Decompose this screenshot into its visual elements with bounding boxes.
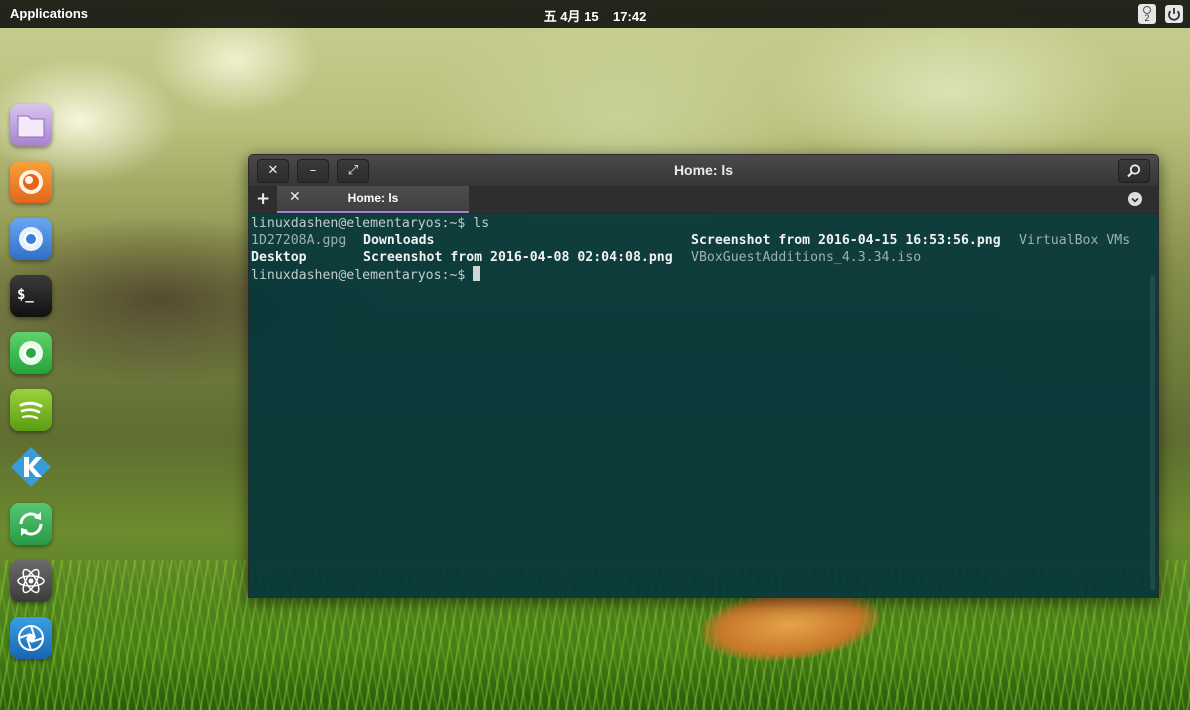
shutter-icon xyxy=(18,625,44,651)
dock: $_ xyxy=(10,104,56,674)
search-icon xyxy=(1127,164,1141,178)
tab-bar: + ✕ Home: ls xyxy=(249,186,1158,214)
dock-item-files[interactable] xyxy=(10,104,52,146)
chrome-icon xyxy=(19,341,43,365)
text-cursor xyxy=(473,266,481,281)
titlebar[interactable]: ✕ – ⤢ Home: ls xyxy=(249,155,1158,187)
folder-icon xyxy=(17,115,45,138)
new-tab-button[interactable]: + xyxy=(256,189,270,209)
atom-icon xyxy=(17,568,45,594)
chromium-icon xyxy=(19,227,43,251)
dock-item-atom[interactable] xyxy=(10,560,52,602)
scrollbar[interactable] xyxy=(1150,275,1155,590)
applications-menu-button[interactable]: Applications xyxy=(10,6,88,21)
terminal-output[interactable]: linuxdashen@elementaryos:~$ ls 1D27208A.… xyxy=(249,213,1158,597)
prompt-text: linuxdashen@elementaryos:~$ xyxy=(251,268,474,283)
file-entry: VBoxGuestAdditions_4.3.34.iso xyxy=(691,250,922,265)
directory-entry: VirtualBox VMs xyxy=(1019,233,1131,248)
dock-item-chrome[interactable] xyxy=(10,332,52,374)
window-title: Home: ls xyxy=(673,162,734,178)
kodi-icon xyxy=(11,447,51,487)
directory-entry: Downloads xyxy=(363,233,435,248)
dock-item-spotify[interactable] xyxy=(10,389,52,431)
image-entry: Screenshot from 2016-04-08 02:04:08.png xyxy=(363,250,673,265)
top-panel: Applications 五 4月 15 17:42 2 xyxy=(0,0,1190,28)
prompt-line-2: linuxdashen@elementaryos:~$ xyxy=(251,266,481,284)
dock-item-terminal[interactable]: $_ xyxy=(10,275,52,317)
sync-icon xyxy=(19,512,43,536)
directory-entry: Desktop xyxy=(251,250,307,265)
chevron-down-icon xyxy=(1131,197,1139,203)
dock-item-chromium[interactable] xyxy=(10,218,52,260)
power-icon[interactable] xyxy=(1164,4,1184,24)
notification-count: 2 xyxy=(1144,13,1150,23)
notification-indicator[interactable]: 2 xyxy=(1138,4,1156,24)
file-entry: 1D27208A.gpg xyxy=(251,233,347,248)
dock-item-firefox[interactable] xyxy=(10,161,52,203)
prompt-line-1: linuxdashen@elementaryos:~$ ls xyxy=(251,216,490,231)
terminal-glyph: $_ xyxy=(17,287,34,303)
dock-item-shotwell[interactable] xyxy=(10,617,52,659)
tab-home-ls[interactable]: ✕ Home: ls xyxy=(277,186,469,213)
tab-label: Home: ls xyxy=(347,191,399,205)
dock-item-sync[interactable] xyxy=(10,503,52,545)
clock-container: 五 4月 15 17:42 xyxy=(0,6,1190,25)
dock-item-kodi[interactable] xyxy=(10,446,52,488)
clock[interactable]: 五 4月 15 17:42 xyxy=(544,9,647,24)
terminal-window: ✕ – ⤢ Home: ls + ✕ Home: ls linuxdashen@… xyxy=(248,154,1159,598)
search-button[interactable] xyxy=(1118,159,1150,183)
spotify-icon xyxy=(19,401,43,420)
image-entry: Screenshot from 2016-04-15 16:53:56.png xyxy=(691,233,1001,248)
terminal-icon: $_ xyxy=(17,287,34,303)
tab-menu-button[interactable] xyxy=(1128,192,1142,206)
firefox-icon xyxy=(19,170,43,194)
